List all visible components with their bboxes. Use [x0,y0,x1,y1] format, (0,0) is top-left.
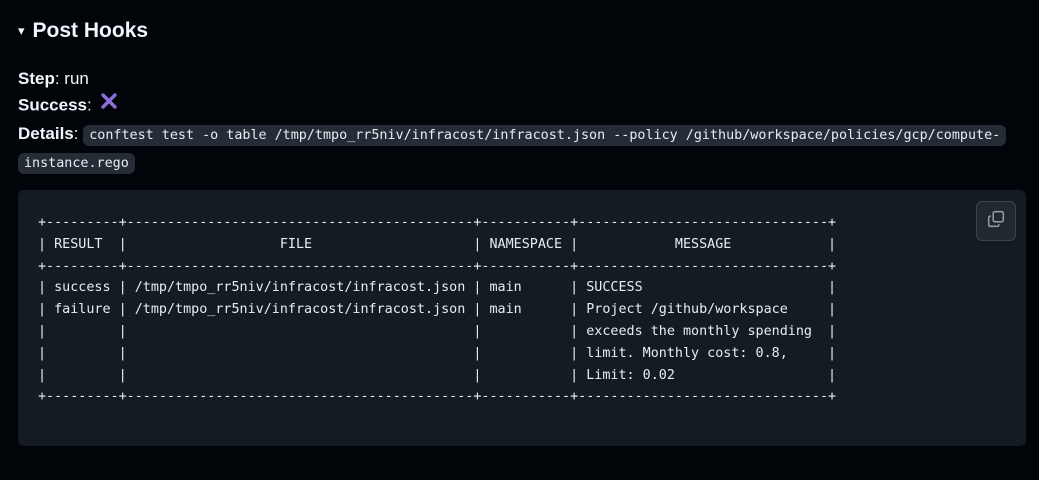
command-inline-code: conftest test -o table /tmp/tmpo_rr5niv/… [18,125,1007,174]
step-label: Step [18,69,55,88]
output-code-block: +---------+-----------------------------… [18,190,1026,446]
post-hooks-toggle[interactable]: ▾ Post Hooks [18,19,148,43]
details-colon: : [73,124,84,143]
success-colon: : [87,95,92,115]
copy-button[interactable] [976,201,1016,241]
step-row: Step: run [18,68,89,90]
post-hooks-panel: ▾ Post Hooks Step: run Success: Details:… [0,0,1039,480]
output-table-text: +---------+-----------------------------… [38,215,837,405]
success-label: Success [18,95,87,115]
caret-down-icon: ▾ [18,23,25,38]
x-mark-icon [100,92,118,116]
step-value: run [64,69,89,88]
step-colon: : [54,69,65,88]
success-row: Success: [18,92,118,118]
copy-icon [987,210,1005,233]
details-row: Details: conftest test -o table /tmp/tmp… [18,121,1023,177]
details-label: Details [18,124,74,143]
section-title: Post Hooks [32,19,149,42]
